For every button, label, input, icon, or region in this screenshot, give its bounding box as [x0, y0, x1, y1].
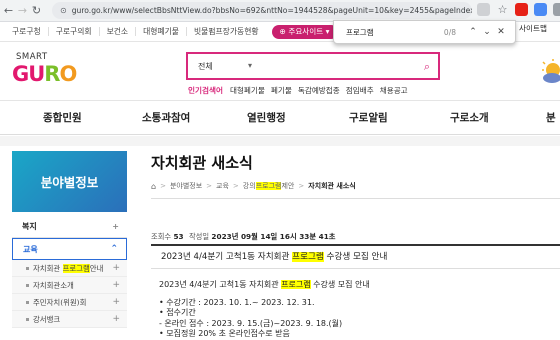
post-date: 2023년 09월 14일 16시 33분 41초	[211, 232, 336, 241]
home-icon[interactable]: ⌂	[151, 182, 156, 191]
extension-puzzle-icon[interactable]	[553, 3, 560, 16]
find-count: 0/8	[443, 27, 456, 37]
back-icon[interactable]: ←	[3, 4, 14, 17]
popular-keyword[interactable]: 독감예방접종	[298, 85, 340, 96]
popular-keyword[interactable]: 폐기물	[271, 85, 292, 96]
sidebar-item-label: 교육	[23, 244, 38, 254]
divider	[151, 268, 560, 269]
popular-keywords: 인기검색어 대형폐기물 폐기물 독감예방접종 점임배추 채용공고	[188, 85, 456, 96]
extension-youtube-icon[interactable]	[515, 3, 528, 16]
gnb-item-news[interactable]: 구로알림	[349, 110, 388, 125]
gnb-item-civil-service[interactable]: 종합민원	[43, 110, 82, 125]
chevron-up-icon: ⌃	[110, 244, 118, 254]
sidebar-subitem-resident-committee[interactable]: 주민자치(위원)회 +	[12, 294, 127, 311]
find-next-icon[interactable]: ⌄	[480, 27, 494, 37]
sidebar-item-education[interactable]: 교육 ⌃	[12, 238, 127, 260]
post-title: 2023년 4/4분기 고척1동 자치회관 프로그램 수강생 모집 안내	[161, 252, 388, 262]
site-logo[interactable]: SMART GURO	[12, 52, 78, 94]
sidebar-menu: 복지 + 교육 ⌃ 자치회관 프로그램안내 + 자치회관소개 + 주민자치(위원…	[12, 216, 127, 328]
plus-icon: +	[112, 314, 120, 324]
post-body-line: • 수강기간 : 2023. 10. 1.~ 2023. 12. 31.	[159, 297, 315, 307]
main-sites-label: 주요사이트	[288, 26, 324, 36]
sidebar-subitem-label: 주민자치(위원)회	[26, 297, 86, 308]
address-bar[interactable]: ⊙ guro.go.kr/www/selectBbsNttView.do?bbs…	[52, 2, 472, 19]
search-scope-select[interactable]: 전체	[188, 61, 288, 72]
sidebar-subitem-label: 자치회관 프로그램안내	[26, 263, 103, 274]
util-link-guro-office[interactable]: 구로구청	[0, 27, 49, 36]
plus-icon: +	[112, 280, 120, 290]
nav-shadow-band	[0, 136, 560, 146]
sidebar-subitem-label: 자치회관소개	[26, 280, 74, 291]
sidebar-item-label: 복지	[22, 222, 37, 231]
util-link-council[interactable]: 구로구의회	[49, 27, 100, 36]
breadcrumb-item[interactable]: 교육	[216, 181, 229, 191]
bookmark-star-icon[interactable]: ☆	[496, 3, 509, 16]
sidebar-subitem-lecture-bank[interactable]: 강서뱅크 +	[12, 311, 127, 328]
find-close-icon[interactable]: ✕	[494, 27, 508, 37]
main-sites-icon: ⊕	[279, 26, 289, 36]
sidebar-subitem-label: 강서뱅크	[26, 314, 60, 325]
page-title: 자치회관 새소식	[151, 154, 253, 172]
sidebar-subitem-center-intro[interactable]: 자치회관소개 +	[12, 277, 127, 294]
search-icon[interactable]: ⌕	[424, 60, 430, 74]
util-link-health-center[interactable]: 보건소	[100, 27, 137, 36]
breadcrumb: ⌂ > 분야별정보 > 교육 > 강의프로그램제안 > 자치회관 새소식	[151, 181, 356, 191]
post-body-intro: 2023년 4/4분기 고척1동 자치회관 프로그램 수강생 모집 안내	[159, 280, 370, 289]
popular-keyword[interactable]: 채용공고	[380, 85, 408, 96]
post-meta: 조회수 53 작성일 2023년 09월 14일 16시 33분 41초	[151, 232, 336, 241]
popular-keywords-title: 인기검색어	[188, 86, 223, 95]
plus-icon: +	[112, 222, 119, 231]
sidebar-title: 분야별정보	[12, 151, 127, 212]
plus-icon: +	[112, 263, 120, 273]
site-search-box: 전체 ⌕	[186, 52, 440, 80]
divider	[151, 244, 560, 246]
extension-icon[interactable]	[534, 3, 547, 16]
util-link-large-waste[interactable]: 대형폐기물	[136, 27, 187, 36]
sitemap-link[interactable]: 사이트맵	[519, 23, 560, 34]
post-body: 2023년 4/4분기 고척1동 자치회관 프로그램 수강생 모집 안내 • 수…	[159, 280, 370, 340]
site-info-icon[interactable]: ⊙	[60, 6, 67, 15]
main-sites-button[interactable]: ⊕ 주요사이트 ▾	[271, 24, 338, 39]
gnb-item-partial[interactable]: 분	[546, 110, 556, 125]
popular-keyword[interactable]: 점임배추	[346, 85, 374, 96]
main-navigation: 종합민원 소통과참여 열린행정 구로알림 구로소개 분	[0, 100, 560, 135]
popular-keyword[interactable]: 대형폐기물	[230, 85, 265, 96]
reload-icon[interactable]: ↻	[31, 4, 42, 17]
logo-guro-text: GURO	[12, 62, 77, 86]
browser-toolbar: ← → ↻ ⊙ guro.go.kr/www/selectBbsNttView.…	[0, 0, 560, 22]
gnb-item-participation[interactable]: 소통과참여	[142, 110, 190, 125]
post-body-line: • 접수기간	[159, 308, 196, 318]
breadcrumb-current: 자치회관 새소식	[308, 182, 356, 190]
sidebar-item-welfare[interactable]: 복지 +	[12, 216, 127, 238]
page-action-icon[interactable]	[477, 3, 490, 16]
util-link-pump-status[interactable]: 빗물펌프장가동현황	[187, 27, 266, 36]
find-prev-icon[interactable]: ⌃	[466, 27, 480, 37]
sidebar-subitem-program-info[interactable]: 자치회관 프로그램안내 +	[12, 260, 127, 277]
view-count: 53	[173, 232, 184, 241]
breadcrumb-item[interactable]: 강의프로그램제안	[243, 181, 294, 191]
gnb-item-about[interactable]: 구로소개	[450, 110, 489, 125]
forward-icon[interactable]: →	[17, 4, 28, 17]
divider	[151, 198, 560, 199]
breadcrumb-item[interactable]: 분야별정보	[170, 181, 202, 191]
find-input[interactable]: 프로그램	[346, 27, 421, 38]
gnb-item-open-admin[interactable]: 열린행정	[247, 110, 286, 125]
post-body-line: • 모집정원 20% 초 온라인접수로 받음	[159, 329, 290, 339]
logo-smart-text: SMART	[16, 52, 48, 62]
find-in-page-bar: 프로그램 0/8 ⌃ ⌄ ✕	[333, 20, 516, 44]
post-body-line: - 온라인 접수 : 2023. 9. 15.(금)~2023. 9. 18.(…	[159, 318, 343, 328]
weather-icon	[535, 58, 560, 88]
url-text: guro.go.kr/www/selectBbsNttView.do?bbsNo…	[71, 6, 472, 15]
plus-icon: +	[112, 297, 120, 307]
